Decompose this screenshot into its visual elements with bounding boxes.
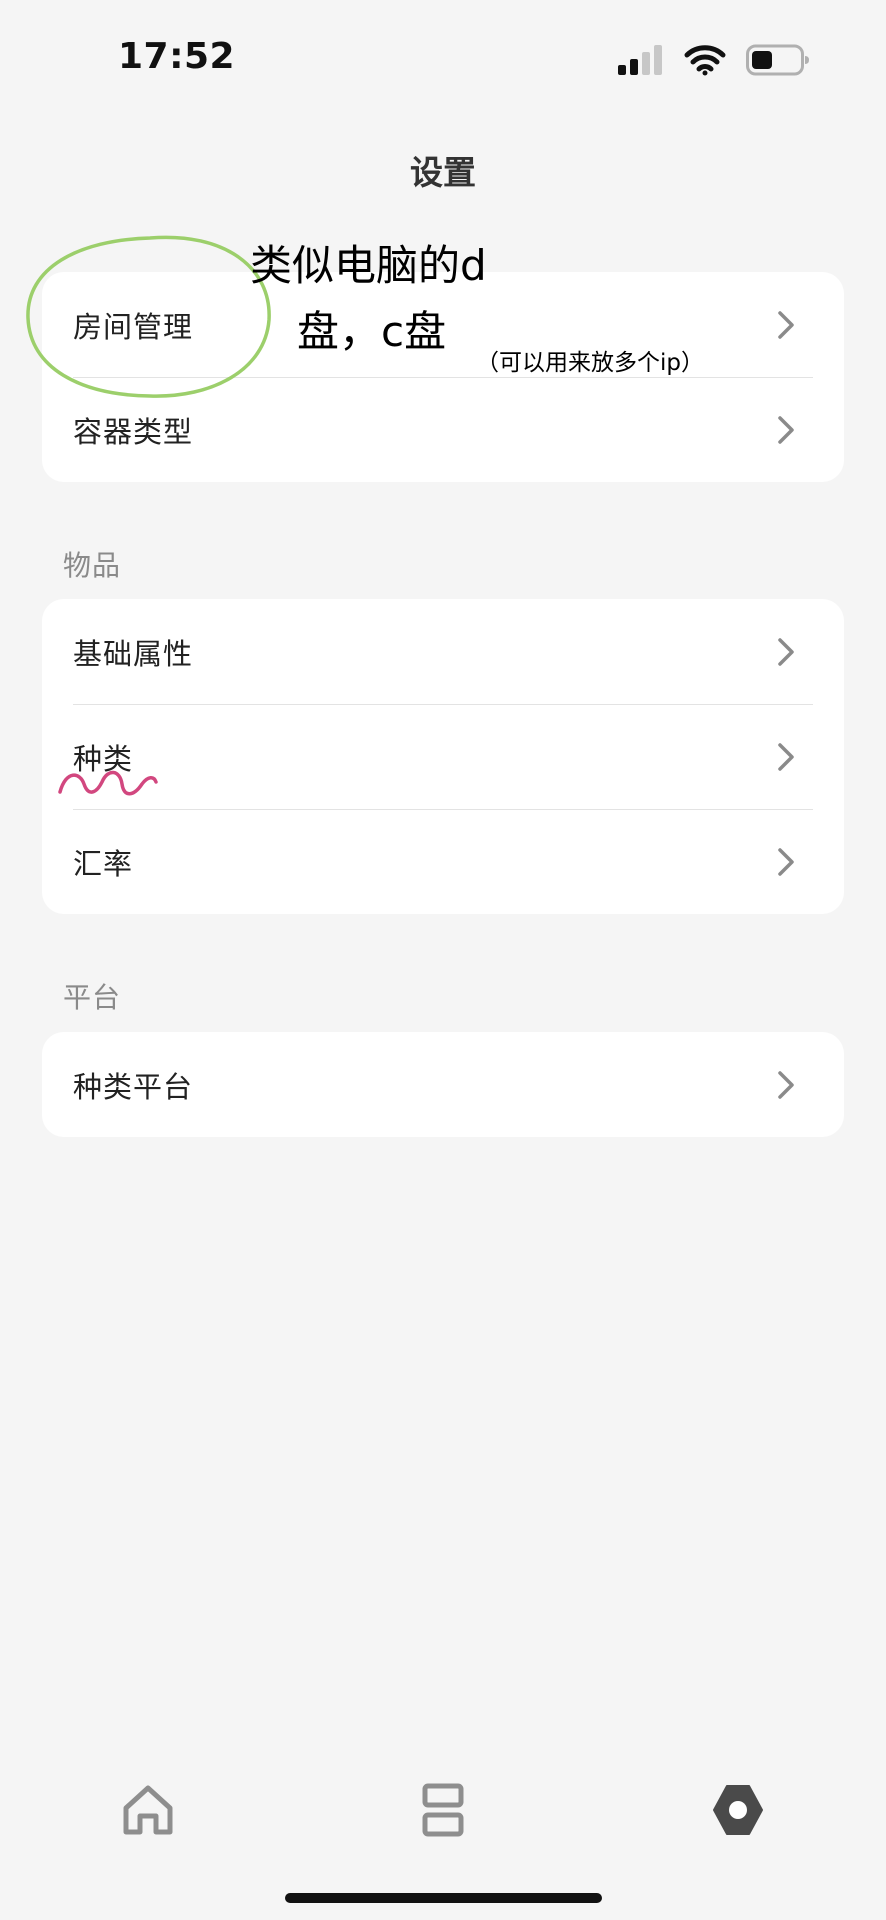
settings-row-exchange-rate[interactable]: 汇率 [42, 809, 844, 914]
wifi-icon [684, 45, 726, 76]
tab-list[interactable] [413, 1782, 473, 1838]
annotation-text-line1: 类似电脑的d [250, 241, 487, 290]
chevron-right-icon [778, 310, 794, 339]
section-title-platform: 平台 [63, 981, 122, 1014]
section-title-items: 物品 [63, 549, 122, 582]
tab-settings[interactable] [708, 1782, 768, 1838]
status-bar: 17:52 [0, 0, 886, 110]
tab-home[interactable] [118, 1782, 178, 1838]
chevron-right-icon [778, 637, 794, 666]
settings-card-platform: 种类平台 [42, 1032, 844, 1137]
home-icon [123, 1785, 173, 1835]
row-label: 种类平台 [73, 1069, 194, 1104]
home-indicator [285, 1893, 602, 1903]
row-label: 容器类型 [73, 414, 194, 449]
list-icon [422, 1783, 464, 1837]
chevron-right-icon [778, 742, 794, 771]
chevron-right-icon [778, 1070, 794, 1099]
status-time: 17:52 [118, 36, 236, 77]
status-icons [618, 42, 810, 78]
settings-card-items: 基础属性 种类 汇率 [42, 599, 844, 914]
settings-row-container-type[interactable]: 容器类型 [42, 377, 844, 482]
row-label: 基础属性 [73, 636, 194, 671]
chevron-right-icon [778, 847, 794, 876]
settings-row-category[interactable]: 种类 [42, 704, 844, 809]
battery-icon [746, 44, 809, 76]
row-label: 种类 [73, 741, 134, 776]
settings-icon [713, 1785, 763, 1835]
annotation-text-line2: 盘，c盘 [297, 307, 447, 356]
settings-row-category-platform[interactable]: 种类平台 [42, 1032, 844, 1137]
page-title: 设置 [410, 153, 476, 192]
row-label: 房间管理 [73, 309, 194, 344]
signal-icon [618, 45, 662, 75]
annotation-text-note: （可以用来放多个ip） [476, 350, 704, 376]
settings-row-basic-attributes[interactable]: 基础属性 [42, 599, 844, 704]
row-label: 汇率 [73, 846, 134, 881]
chevron-right-icon [778, 415, 794, 444]
